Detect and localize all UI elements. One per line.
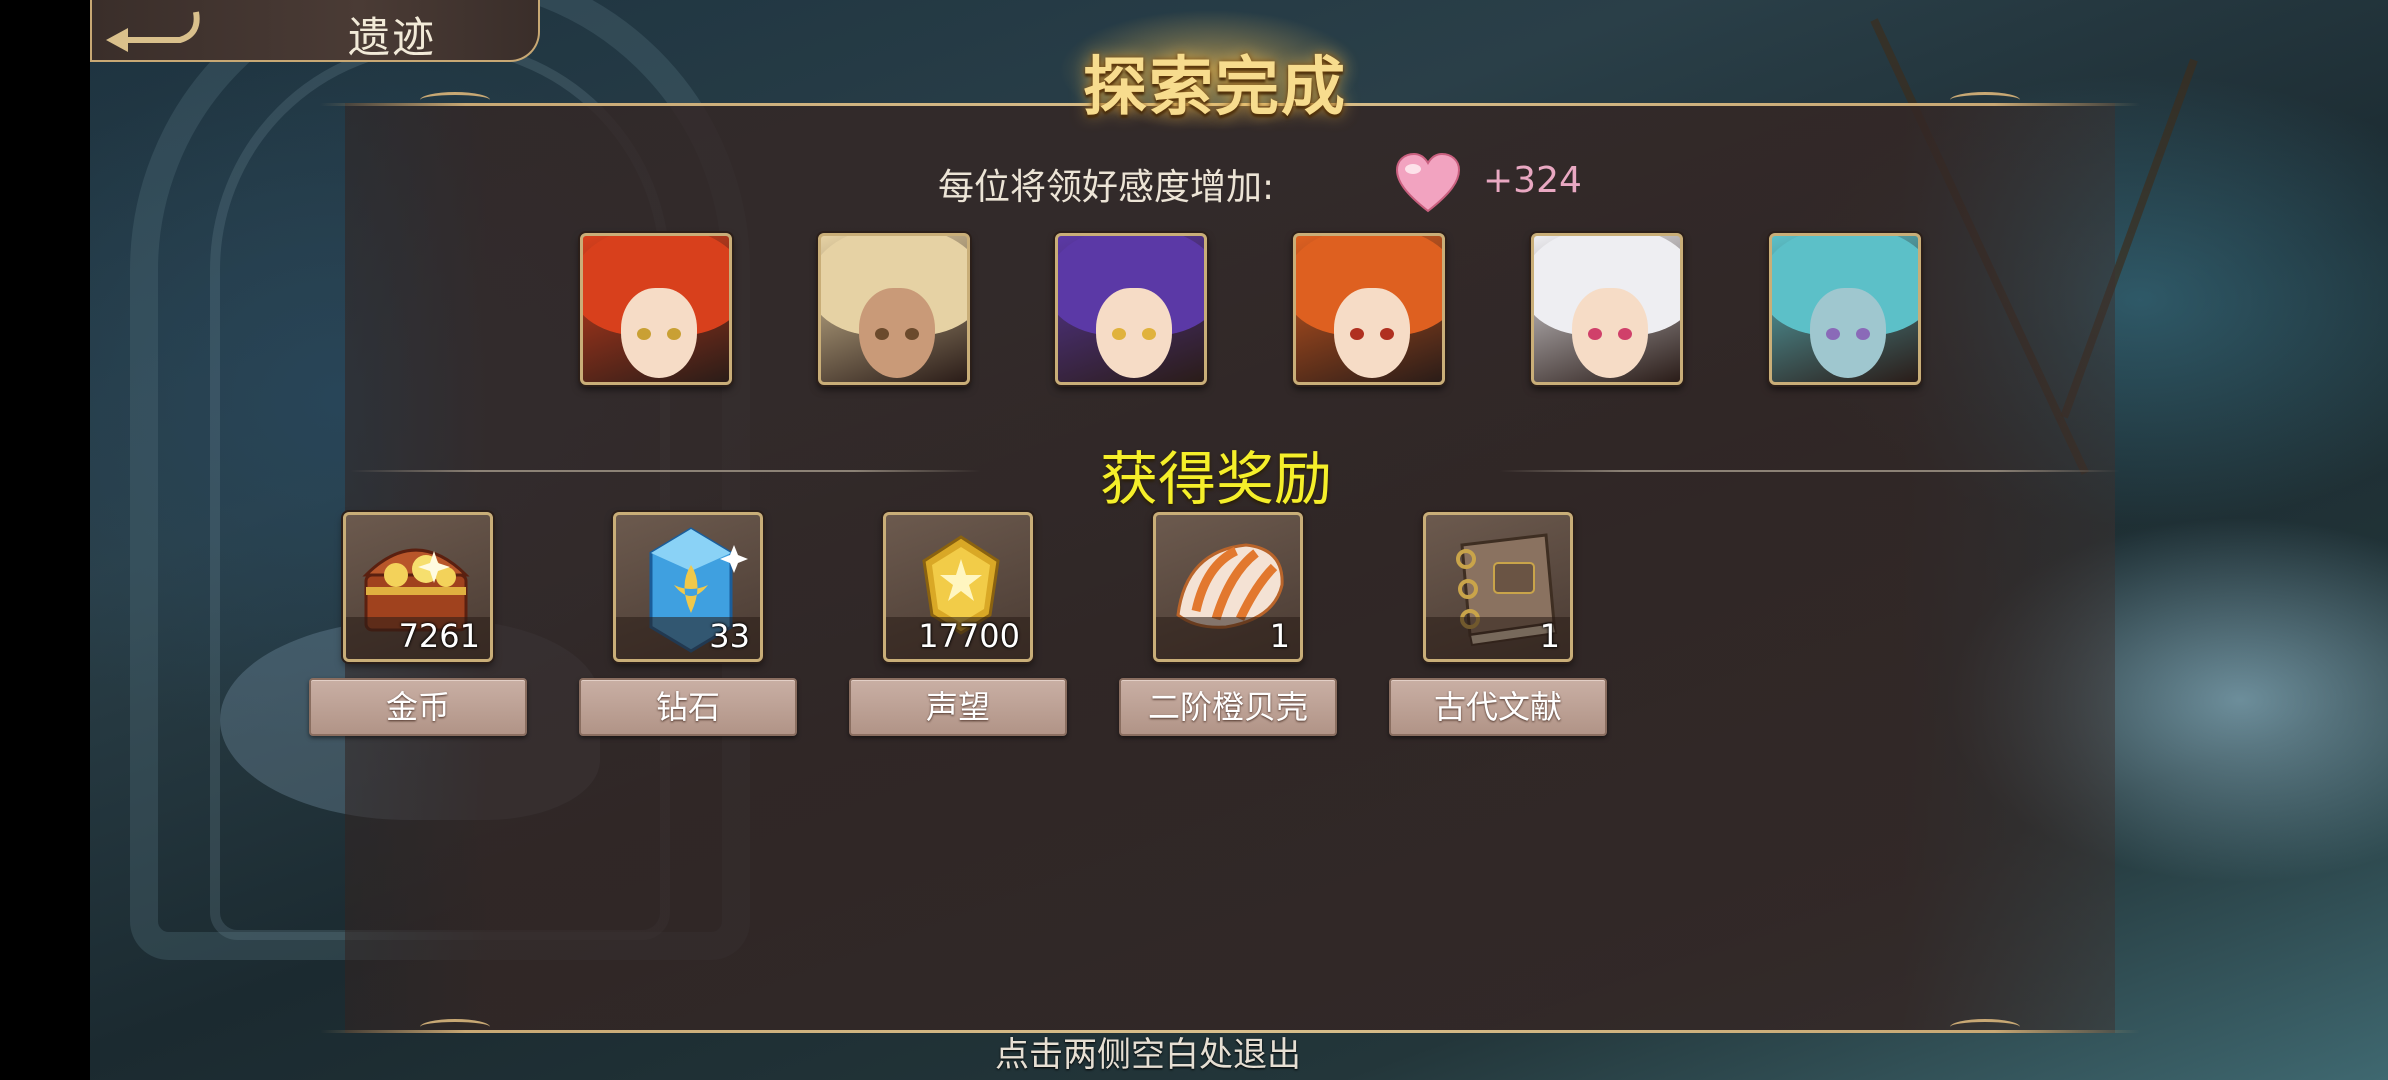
item-name-label: 金币 <box>309 678 527 736</box>
reward-item-prestige[interactable]: 17700 <box>883 512 1033 662</box>
hero-eye <box>905 328 919 340</box>
hero-face <box>1810 288 1886 378</box>
reward-item-ancient-document[interactable]: 1 <box>1423 512 1573 662</box>
hero-portrait[interactable] <box>1531 233 1683 385</box>
reward-item-orange-shell[interactable]: 1 <box>1153 512 1303 662</box>
hero-eye <box>1826 328 1840 340</box>
item-quantity: 33 <box>709 617 750 655</box>
hero-portrait[interactable] <box>1769 233 1921 385</box>
item-name-label: 钻石 <box>579 678 797 736</box>
hero-portrait[interactable] <box>818 233 970 385</box>
item-name-label: 二阶橙贝壳 <box>1119 678 1337 736</box>
hero-eye <box>1350 328 1364 340</box>
hero-eye <box>1142 328 1156 340</box>
hero-eye <box>1618 328 1632 340</box>
reward-item-gold[interactable]: 7261 <box>343 512 493 662</box>
item-name-label: 声望 <box>849 678 1067 736</box>
separator-right <box>1500 470 2120 472</box>
hero-face <box>1096 288 1172 378</box>
rewards-title: 获得奖励 <box>1100 445 1333 513</box>
hero-portrait[interactable] <box>1055 233 1207 385</box>
separator-left <box>350 470 980 472</box>
hero-eye <box>637 328 651 340</box>
back-button[interactable] <box>96 4 206 52</box>
back-arrow-icon <box>106 11 200 52</box>
item-quantity: 1 <box>1539 617 1560 655</box>
affection-value: +324 <box>1483 160 1582 201</box>
ornament-left-bottom <box>420 1019 490 1035</box>
screen-left-edge <box>0 0 90 1080</box>
item-quantity: 17700 <box>918 617 1020 655</box>
hero-face <box>1334 288 1410 378</box>
ornament-left-top <box>420 92 490 108</box>
page-title: 遗迹 <box>348 13 437 62</box>
exploration-complete-title: 探索完成 <box>1083 50 1347 125</box>
hero-eye <box>1856 328 1870 340</box>
exit-hint: 点击两侧空白处退出 <box>995 1035 1301 1075</box>
affection-label: 每位将领好感度增加: <box>938 167 1275 208</box>
hero-portrait[interactable] <box>580 233 732 385</box>
hero-face <box>1572 288 1648 378</box>
item-quantity: 7261 <box>398 617 480 655</box>
ornament-right-bottom <box>1950 1019 2020 1035</box>
hero-eye <box>1112 328 1126 340</box>
hero-face <box>859 288 935 378</box>
hero-portrait[interactable] <box>1293 233 1445 385</box>
hero-face <box>621 288 697 378</box>
item-quantity: 1 <box>1269 617 1290 655</box>
reward-item-diamond[interactable]: 33 <box>613 512 763 662</box>
ornament-right-top <box>1950 92 2020 108</box>
item-name-label: 古代文献 <box>1389 678 1607 736</box>
hero-eye <box>667 328 681 340</box>
heart-icon <box>1395 152 1461 213</box>
hero-eye <box>875 328 889 340</box>
hero-eye <box>1588 328 1602 340</box>
hero-eye <box>1380 328 1394 340</box>
